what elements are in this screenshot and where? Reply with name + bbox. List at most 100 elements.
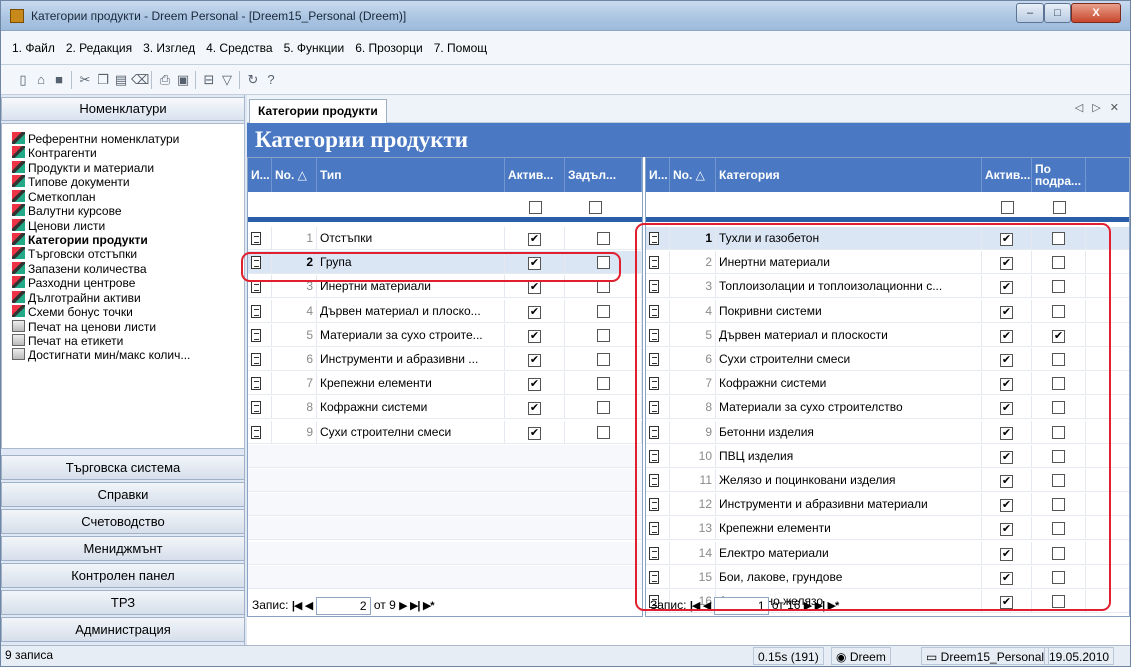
sidebar-item-reference[interactable]: Референтни номенклатури: [12, 132, 179, 146]
next-record-button[interactable]: ▶: [399, 595, 408, 617]
close-button[interactable]: X: [1071, 3, 1121, 23]
paste-icon[interactable]: ▤: [113, 71, 129, 88]
table-row[interactable]: 6 Сухи строителни смеси ✔: [646, 348, 1129, 371]
sidebar-item-cost-centers[interactable]: Разходни центрове: [12, 276, 135, 290]
default-checkbox[interactable]: [1052, 304, 1065, 318]
row-name[interactable]: Желязо и поцинковани изделия: [716, 469, 982, 492]
nav-control-panel[interactable]: Контролен панел: [1, 563, 245, 588]
default-checkbox[interactable]: [1052, 546, 1065, 560]
table-row[interactable]: 13 Крепежни елементи ✔: [646, 517, 1129, 541]
table-row[interactable]: 3 Топлоизолации и топлоизолационни с... ✔: [646, 275, 1129, 299]
row-name[interactable]: Покривни системи: [716, 299, 982, 323]
prev-record-button[interactable]: ◀: [305, 595, 314, 617]
row-name[interactable]: Инструменти и абразивни материали: [716, 493, 982, 517]
sidebar-item-fixed-assets[interactable]: Дълготрайни активи: [12, 291, 141, 305]
table-row[interactable]: 4 Покривни системи ✔: [646, 299, 1129, 323]
active-checkbox[interactable]: ✔: [1000, 402, 1013, 416]
required-checkbox[interactable]: [596, 425, 610, 439]
table-row[interactable]: 8 Кофражни системи ✔: [248, 396, 642, 420]
record-number-input[interactable]: 1: [713, 596, 769, 615]
required-checkbox[interactable]: [596, 353, 610, 366]
default-checkbox[interactable]: [1052, 280, 1065, 294]
active-checkbox[interactable]: ✔: [1000, 450, 1013, 464]
copy-icon[interactable]: ❐: [95, 71, 111, 88]
new-record-button[interactable]: ▶*: [423, 595, 435, 617]
default-checkbox[interactable]: [1052, 595, 1065, 608]
row-name[interactable]: ПВЦ изделия: [716, 444, 982, 468]
col-icon[interactable]: И...: [248, 158, 272, 192]
required-checkbox[interactable]: [596, 304, 610, 318]
table-row[interactable]: 5 Дървен материал и плоскости ✔ ✔: [646, 323, 1129, 347]
default-checkbox[interactable]: [1052, 522, 1065, 536]
table-row[interactable]: 1 Тухли и газобетон ✔: [646, 227, 1129, 250]
default-checkbox[interactable]: [1052, 570, 1065, 584]
record-number-input[interactable]: 2: [315, 596, 371, 615]
row-name[interactable]: Електро материали: [716, 541, 982, 565]
default-checkbox[interactable]: [1052, 256, 1065, 270]
table-row[interactable]: 9 Сухи строителни смеси ✔: [248, 420, 642, 444]
default-checkbox[interactable]: [1052, 474, 1065, 487]
required-checkbox[interactable]: [596, 232, 610, 245]
minimize-button[interactable]: –: [1016, 3, 1044, 23]
active-checkbox[interactable]: ✔: [528, 257, 541, 271]
default-checkbox[interactable]: [1052, 353, 1065, 366]
menu-help[interactable]: 7. Помощ: [433, 41, 488, 55]
col-category[interactable]: Категория: [716, 158, 982, 192]
active-checkbox[interactable]: ✔: [1000, 475, 1013, 488]
row-name[interactable]: Крепежни елементи: [317, 372, 505, 396]
nav-management[interactable]: Мениджмънт: [1, 536, 245, 561]
maximize-button[interactable]: □: [1044, 3, 1071, 23]
active-checkbox[interactable]: ✔: [1000, 257, 1013, 271]
sidebar-item-print-labels[interactable]: Печат на етикети: [12, 334, 123, 348]
sidebar-item-min-max[interactable]: Достигнати мин/макс колич...: [12, 348, 190, 362]
default-checkbox[interactable]: ✔: [1052, 329, 1065, 343]
row-name[interactable]: Материали за сухо строителство: [716, 396, 982, 420]
row-name[interactable]: Дървен материал и плоскости: [716, 323, 982, 347]
col-number[interactable]: No. △: [670, 158, 716, 192]
row-name[interactable]: Тухли и газобетон: [716, 227, 982, 250]
new-record-button[interactable]: ▶*: [828, 595, 840, 617]
default-checkbox[interactable]: [1052, 401, 1065, 415]
menu-tools[interactable]: 4. Средства: [205, 41, 274, 55]
active-checkbox[interactable]: ✔: [1000, 281, 1013, 295]
active-checkbox[interactable]: ✔: [528, 402, 541, 416]
row-name[interactable]: Инертни материали: [317, 275, 505, 299]
row-name[interactable]: Кофражни системи: [317, 396, 505, 420]
sidebar-item-doc-types[interactable]: Типове документи: [12, 175, 130, 189]
menu-functions[interactable]: 5. Функции: [283, 41, 346, 55]
table-row[interactable]: 5 Материали за сухо строите... ✔: [248, 323, 642, 347]
table-row[interactable]: 7 Крепежни елементи ✔: [248, 372, 642, 396]
active-checkbox[interactable]: ✔: [1000, 329, 1013, 343]
row-name[interactable]: Кофражни системи: [716, 372, 982, 396]
active-checkbox[interactable]: ✔: [528, 354, 541, 367]
print-icon[interactable]: ⎙: [157, 71, 173, 88]
nav-trade-system[interactable]: Търговска система: [1, 455, 245, 480]
filter-active-checkbox[interactable]: [529, 201, 542, 214]
table-row[interactable]: 8 Материали за сухо строителство ✔: [646, 396, 1129, 420]
active-checkbox[interactable]: ✔: [1000, 523, 1013, 537]
default-checkbox[interactable]: [1052, 498, 1065, 512]
active-checkbox[interactable]: ✔: [528, 329, 541, 343]
table-row[interactable]: 2 Инертни материали ✔: [646, 251, 1129, 275]
sidebar-item-counterparties[interactable]: Контрагенти: [12, 146, 97, 160]
sidebar-item-price-lists[interactable]: Ценови листи: [12, 219, 105, 233]
active-checkbox[interactable]: ✔: [528, 233, 541, 246]
active-checkbox[interactable]: ✔: [1000, 596, 1013, 609]
active-checkbox[interactable]: ✔: [1000, 233, 1013, 246]
first-record-button[interactable]: |◀: [690, 595, 701, 617]
sidebar-item-accounts[interactable]: Сметкоплан: [12, 190, 96, 204]
active-checkbox[interactable]: ✔: [1000, 305, 1013, 319]
default-checkbox[interactable]: [1052, 232, 1065, 245]
required-checkbox[interactable]: [596, 256, 610, 270]
row-name[interactable]: Инструменти и абразивни ...: [317, 348, 505, 371]
col-active[interactable]: Актив...: [982, 158, 1032, 192]
last-record-button[interactable]: ▶|: [410, 595, 421, 617]
sidebar-item-discounts[interactable]: Търговски отстъпки: [12, 247, 137, 261]
active-checkbox[interactable]: ✔: [1000, 499, 1013, 513]
menu-view[interactable]: 3. Изглед: [142, 41, 196, 55]
nav-accounting[interactable]: Счетоводство: [1, 509, 245, 534]
last-record-button[interactable]: ▶|: [815, 595, 826, 617]
row-name[interactable]: Отстъпки: [317, 227, 505, 250]
filter-icon[interactable]: ▽: [219, 71, 235, 88]
nav-administration[interactable]: Администрация: [1, 617, 245, 642]
